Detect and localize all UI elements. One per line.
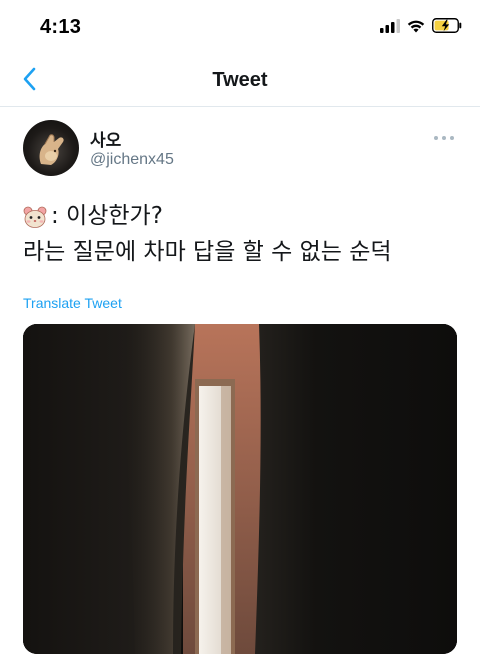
tweet-photo[interactable] [23,324,457,654]
status-icons [380,18,462,38]
translate-tweet-link[interactable]: Translate Tweet [23,295,122,311]
tweet-text: : 이상한가? 라는 질문에 차마 답을 할 수 없는 순덕 [23,198,463,270]
status-bar: 4:13 [0,0,480,56]
more-options-button[interactable] [432,130,456,146]
page-title: Tweet [212,69,268,91]
user-handle[interactable]: @jichenx45 [90,151,174,169]
wifi-icon [407,19,425,38]
battery-charging-icon [432,18,462,38]
nav-bar: Tweet [0,56,480,107]
cellular-signal-icon [380,18,400,38]
tweet-line-1: : 이상한가? [23,198,463,234]
tweet-line-2: 라는 질문에 차마 답을 할 수 없는 순덕 [23,234,463,270]
more-horizontal-icon [432,133,456,150]
tweet-line-1-text: : 이상한가? [51,203,163,229]
status-time: 4:13 [40,16,82,38]
tweet-line-2-text: 라는 질문에 차마 답을 할 수 없는 순덕 [23,239,392,265]
display-name[interactable]: 사오 [90,126,121,151]
avatar[interactable] [23,120,79,176]
hamster-face-icon [23,204,47,228]
